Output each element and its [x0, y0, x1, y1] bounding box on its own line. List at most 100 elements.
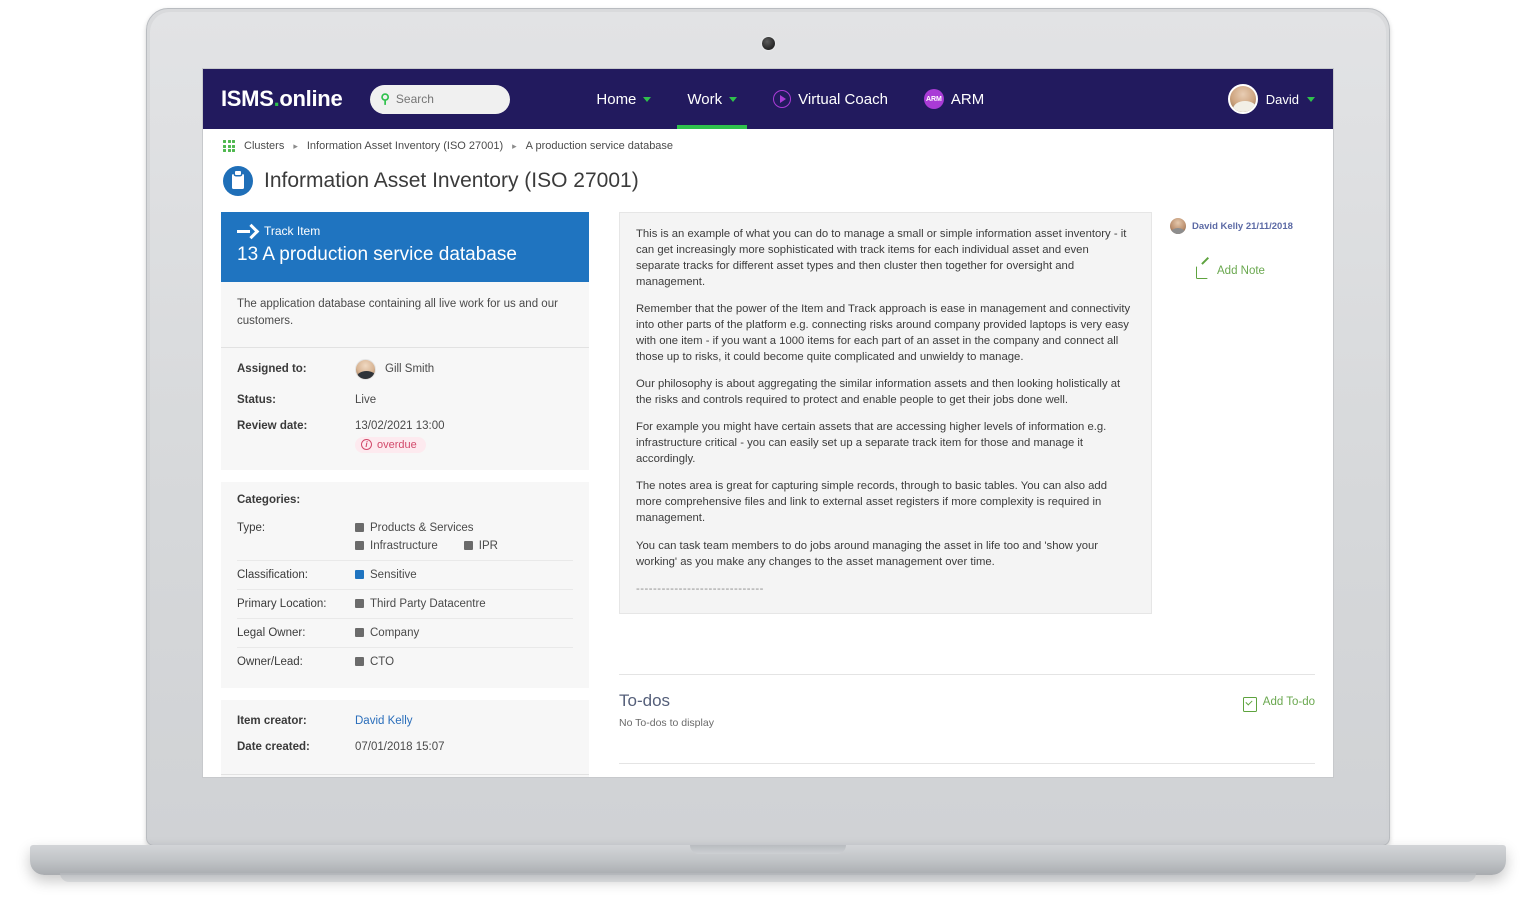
item-creator-link[interactable]: David Kelly — [355, 715, 413, 727]
track-item-fields: Assigned to: Gill Smith Status: Live Rev… — [221, 347, 589, 470]
category-line: Products & Services — [355, 522, 498, 534]
nav-item-virtual-coach-label: Virtual Coach — [798, 90, 888, 108]
nav-item-work[interactable]: Work — [669, 69, 755, 129]
pencil-square-icon — [1196, 264, 1210, 279]
nav-item-arm-label: ARM — [950, 90, 985, 108]
category-tag: Sensitive — [355, 569, 417, 581]
search-input[interactable] — [395, 92, 501, 106]
color-swatch — [355, 599, 364, 608]
track-item-card: Track Item 13 A production service datab… — [221, 212, 589, 777]
category-tag: Products & Services — [355, 522, 474, 534]
color-swatch — [355, 541, 364, 550]
chevron-down-icon — [643, 96, 652, 102]
category-line: Infrastructure IPR — [355, 540, 498, 552]
clipboard-check-icon — [1242, 695, 1257, 712]
add-note-button[interactable]: Add Note — [1196, 264, 1265, 279]
color-swatch — [463, 541, 473, 550]
field-label: Item creator: — [237, 714, 307, 727]
avatar — [1227, 84, 1258, 114]
category-tag-label: IPR — [478, 539, 498, 552]
categories-block: Categories: Type: Products & Services In… — [221, 481, 589, 688]
category-label: Primary Location: — [237, 597, 327, 610]
category-tag: CTO — [355, 656, 394, 668]
track-item-name: A production service database — [262, 244, 517, 265]
notes-panel: This is an example of what you can do to… — [619, 212, 1152, 614]
review-date-value: 13/02/2021 13:00 — [355, 419, 445, 432]
color-swatch — [355, 523, 364, 532]
section-todos: To-dos No To-dos to display Add To-do — [619, 673, 1315, 763]
note-separator-text: ------------------------------ — [636, 582, 764, 595]
category-values: Third Party Datacentre — [355, 598, 486, 610]
nav-item-home[interactable]: Home — [578, 69, 669, 129]
nav-item-virtual-coach[interactable]: Virtual Coach — [755, 69, 906, 129]
content-area: Track Item 13 A production service datab… — [203, 212, 1333, 777]
category-values: Products & Services Infrastructure IPR — [355, 522, 498, 552]
avatar — [355, 358, 376, 380]
nav-item-home-label: Home — [596, 90, 637, 108]
field-row-item-creator: Item creator: David Kelly — [237, 708, 573, 734]
field-row-date-created: Date created: 07/01/2018 15:07 — [237, 734, 573, 760]
note-author-row: David Kelly 21/11/2018 — [1170, 218, 1315, 234]
field-value: 13/02/2021 13:00 i overdue — [355, 420, 445, 453]
category-label: Type: — [237, 521, 266, 534]
breadcrumb-item-current[interactable]: A production service database — [526, 140, 673, 152]
breadcrumb-separator-icon: ▸ — [293, 140, 298, 151]
category-label: Classification: — [237, 568, 308, 581]
category-values: CTO — [355, 656, 394, 668]
creator-block: Item creator: David Kelly Date created: … — [221, 699, 589, 774]
date-created-value: 07/01/2018 15:07 — [355, 740, 445, 753]
add-note-label: Add Note — [1217, 265, 1265, 277]
category-row-classification: Classification: Sensitive — [237, 561, 573, 590]
status-badge: i overdue — [355, 436, 426, 453]
search-box[interactable]: ⚲ — [370, 84, 511, 114]
section-empty-todos: No To-dos to display — [619, 716, 714, 729]
field-value: Gill Smith — [355, 358, 435, 380]
track-item-description: The application database containing all … — [221, 282, 589, 348]
category-tag-label: Company — [370, 626, 420, 639]
track-item-label: Track Item — [264, 224, 321, 238]
note-paragraph: You can task team members to do jobs aro… — [636, 539, 1099, 568]
category-label: Legal Owner: — [237, 626, 306, 639]
play-circle-icon — [773, 90, 792, 108]
overdue-label: overdue — [377, 438, 417, 451]
category-tag: IPR — [463, 539, 498, 552]
note-author-date: 21/11/2018 — [1245, 220, 1293, 232]
track-item-label-row: Track Item — [237, 224, 573, 238]
field-label: Assigned to: — [237, 363, 307, 375]
field-label: Review date: — [237, 419, 308, 432]
category-tag-label: CTO — [370, 655, 395, 668]
arrow-right-icon — [237, 226, 255, 237]
category-label: Owner/Lead: — [237, 655, 303, 668]
category-row-owner-lead: Owner/Lead: CTO — [237, 648, 573, 676]
user-menu[interactable]: David — [1227, 84, 1315, 114]
categories-title: Categories: — [237, 493, 301, 506]
clusters-grid-icon — [223, 140, 235, 152]
add-note-wrap: Add Note — [1170, 264, 1315, 283]
color-swatch — [355, 570, 364, 579]
breadcrumb-item-inventory[interactable]: Information Asset Inventory (ISO 27001) — [307, 140, 503, 152]
category-tag-label: Third Party Datacentre — [370, 597, 486, 610]
field-row-status: Status: Live — [237, 387, 573, 413]
user-name-label: David — [1265, 91, 1299, 107]
field-row-review-date: Review date: 13/02/2021 13:00 i overdue — [237, 413, 573, 460]
note-author-name: David Kelly — [1192, 220, 1244, 232]
assigned-to-name: Gill Smith — [385, 363, 435, 375]
note-paragraph: For example you might have certain asset… — [636, 421, 1107, 466]
track-item-header: Track Item 13 A production service datab… — [221, 212, 589, 282]
brand-logo[interactable]: ISMS.online — [221, 86, 343, 112]
field-row-assigned-to: Assigned to: Gill Smith — [237, 352, 573, 387]
color-swatch — [355, 657, 364, 666]
divider — [221, 687, 589, 700]
search-icon: ⚲ — [380, 91, 390, 106]
chevron-down-icon — [1307, 96, 1315, 102]
nav-item-arm[interactable]: ARM ARM — [906, 69, 1002, 129]
main-column: This is an example of what you can do to… — [619, 212, 1315, 777]
add-todo-button[interactable]: Add To-do — [1242, 691, 1315, 712]
breadcrumb-item-clusters[interactable]: Clusters — [244, 140, 284, 152]
category-values: Sensitive — [355, 569, 417, 581]
avatar — [1170, 218, 1186, 234]
category-tag-label: Infrastructure — [370, 539, 438, 552]
laptop-foot-shadow — [60, 873, 1476, 882]
section-head: To-dos No To-dos to display Add To-do — [619, 691, 1315, 729]
category-tag-label: Sensitive — [370, 568, 417, 581]
